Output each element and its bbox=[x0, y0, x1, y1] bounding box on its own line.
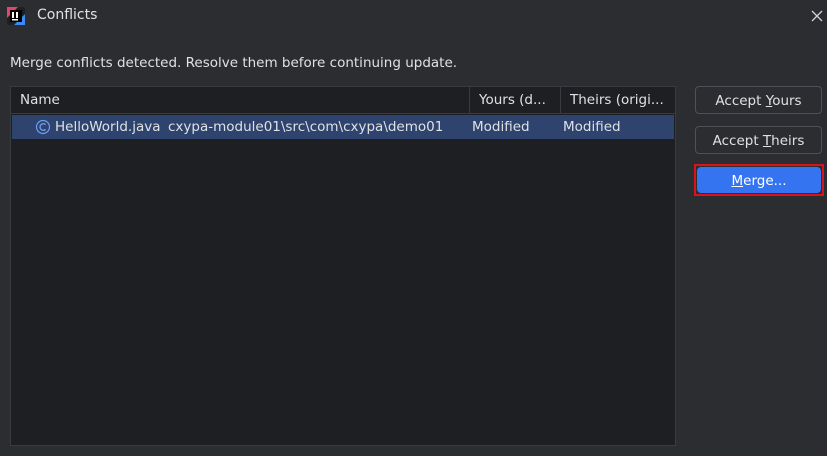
file-name: HelloWorld.java bbox=[55, 119, 161, 135]
column-header-yours[interactable]: Yours (d... bbox=[469, 87, 560, 113]
merge-button[interactable]: Merge... bbox=[697, 167, 821, 193]
file-path: cxypa-module01\src\com\cxypa\demo01 bbox=[168, 119, 444, 135]
table-row[interactable]: HelloWorld.java cxypa-module01\src\com\c… bbox=[12, 115, 674, 139]
conflict-message: Merge conflicts detected. Resolve them b… bbox=[10, 55, 458, 71]
accept-theirs-label-prefix: Accept bbox=[712, 133, 763, 149]
intellij-app-icon bbox=[7, 7, 25, 25]
close-icon[interactable] bbox=[810, 9, 824, 23]
java-class-icon bbox=[35, 119, 51, 135]
accept-yours-label-suffix: ours bbox=[772, 93, 802, 109]
accept-theirs-button[interactable]: Accept Theirs bbox=[695, 126, 822, 154]
accept-theirs-mnemonic: T bbox=[762, 133, 772, 149]
accept-yours-label-prefix: Accept bbox=[715, 93, 766, 109]
title-bar: Conflicts bbox=[0, 0, 827, 34]
accept-yours-button[interactable]: Accept Yours bbox=[695, 86, 822, 114]
yours-status: Modified bbox=[472, 119, 530, 135]
column-header-theirs[interactable]: Theirs (origi... bbox=[560, 87, 675, 113]
merge-label-suffix: erge... bbox=[743, 173, 787, 189]
theirs-status: Modified bbox=[563, 119, 621, 135]
column-header-name[interactable]: Name bbox=[11, 87, 469, 113]
conflicts-table: Name Yours (d... Theirs (origi... HelloW… bbox=[10, 86, 676, 446]
merge-mnemonic: M bbox=[731, 173, 744, 189]
window-title: Conflicts bbox=[37, 7, 98, 23]
accept-theirs-label-suffix: heirs bbox=[771, 133, 805, 149]
table-header: Name Yours (d... Theirs (origi... bbox=[11, 87, 675, 114]
